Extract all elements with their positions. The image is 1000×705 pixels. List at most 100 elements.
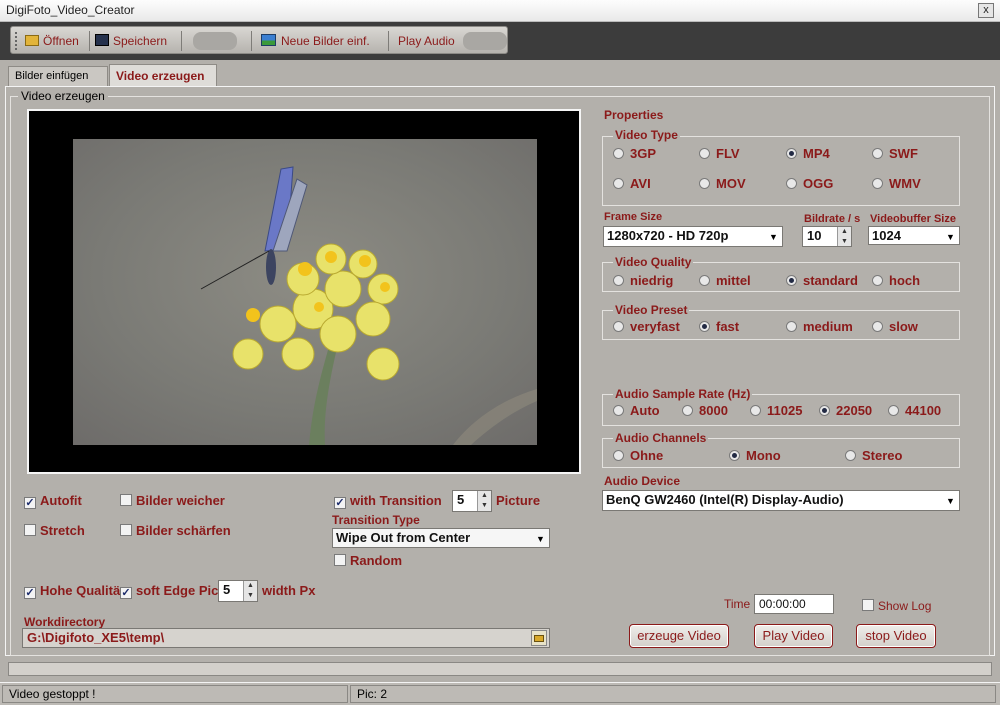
checkbox-icon [334, 554, 346, 566]
checkbox-icon [120, 494, 132, 506]
with-transition-checkbox[interactable]: ✓ with Transition [334, 493, 442, 509]
video-type-title: Video Type [613, 128, 680, 142]
toolbar-separator [181, 31, 182, 51]
radio-44100[interactable]: 44100 [888, 403, 941, 418]
autofit-checkbox[interactable]: ✓ Autofit [24, 493, 82, 509]
radio-hoch[interactable]: hoch [872, 273, 920, 288]
radio-wmv[interactable]: WMV [872, 176, 921, 191]
transition-value: 5 [457, 492, 465, 507]
soften-checkbox[interactable]: Bilder weicher [120, 493, 225, 508]
frame-size-value: 1280x720 - HD 720p [607, 228, 729, 243]
audio-device-select[interactable]: BenQ GW2460 (Intel(R) Display-Audio) ▼ [602, 490, 960, 511]
stop-video-button[interactable]: stop Video [856, 624, 936, 648]
radio-mono[interactable]: Mono [729, 448, 781, 463]
radio-wmv-label: WMV [889, 176, 921, 191]
radio-11025[interactable]: 11025 [750, 403, 802, 418]
radio-icon [682, 405, 693, 416]
high-quality-checkbox[interactable]: ✓ Hohe Qualität [24, 583, 120, 599]
tab-bilder-einfuegen[interactable]: Bilder einfügen [8, 66, 108, 86]
transition-type-select[interactable]: Wipe Out from Center ▼ [332, 528, 550, 548]
soft-edge-checkbox[interactable]: ✓ soft Edge Pic [120, 583, 218, 599]
save-button[interactable]: Speichern [95, 31, 167, 51]
radio-veryfast-label: veryfast [630, 319, 680, 334]
create-video-button[interactable]: erzeuge Video [629, 624, 729, 648]
sharpen-checkbox[interactable]: Bilder schärfen [120, 523, 231, 538]
soft-edge-width-stepper[interactable]: 5 ▲ ▼ [218, 580, 258, 602]
radio-stereo[interactable]: Stereo [845, 448, 902, 463]
add-images-button[interactable]: Neue Bilder einf. [261, 31, 370, 51]
status-bar: Video gestoppt ! Pic: 2 [0, 682, 1000, 705]
radio-ogg[interactable]: OGG [786, 176, 833, 191]
tab-video-erzeugen[interactable]: Video erzeugen [109, 64, 217, 87]
radio-fast[interactable]: fast [699, 319, 739, 334]
toolbar-separator [251, 31, 252, 51]
radio-medium-label: medium [803, 319, 853, 334]
progress-bar [8, 662, 992, 676]
radio-selected-icon [819, 405, 830, 416]
chevron-down-icon[interactable]: ▼ [533, 530, 548, 546]
radio-8000-label: 8000 [699, 403, 728, 418]
video-group-label: Video erzeugen [18, 89, 108, 103]
close-button[interactable]: x [978, 3, 994, 18]
spin-buttons[interactable]: ▲ ▼ [837, 227, 851, 246]
frame-size-select[interactable]: 1280x720 - HD 720p ▼ [603, 226, 783, 247]
random-checkbox[interactable]: Random [334, 553, 402, 568]
stretch-label: Stretch [40, 523, 85, 538]
status-message: Video gestoppt ! [2, 685, 348, 703]
radio-auto-label: Auto [630, 403, 660, 418]
autofit-label: Autofit [40, 493, 82, 508]
radio-swf[interactable]: SWF [872, 146, 918, 161]
stretch-checkbox[interactable]: Stretch [24, 523, 85, 538]
radio-11025-label: 11025 [767, 403, 803, 418]
time-field[interactable]: 00:00:00 [754, 594, 834, 614]
radio-auto[interactable]: Auto [613, 403, 660, 418]
radio-medium[interactable]: medium [786, 319, 853, 334]
radio-icon [786, 321, 797, 332]
chevron-down-icon[interactable]: ▼ [943, 228, 958, 243]
radio-mp4[interactable]: MP4 [786, 146, 830, 161]
radio-icon [699, 148, 710, 159]
radio-niedrig-label: niedrig [630, 273, 674, 288]
radio-ohne[interactable]: Ohne [613, 448, 663, 463]
toolbar-strip: Öffnen Speichern Neue Bilder einf. Play … [0, 22, 1000, 60]
toolbar-separator [89, 31, 90, 51]
spin-buttons[interactable]: ▲ ▼ [477, 491, 491, 511]
radio-mov[interactable]: MOV [699, 176, 746, 191]
radio-niedrig[interactable]: niedrig [613, 273, 673, 288]
film-icon [95, 34, 109, 46]
radio-veryfast[interactable]: veryfast [613, 319, 680, 334]
radio-avi-label: AVI [630, 176, 651, 191]
radio-icon [750, 405, 761, 416]
radio-flv[interactable]: FLV [699, 146, 740, 161]
radio-8000[interactable]: 8000 [682, 403, 728, 418]
radio-ohne-label: Ohne [630, 448, 664, 463]
radio-avi[interactable]: AVI [613, 176, 651, 191]
open-button[interactable]: Öffnen [25, 31, 79, 51]
radio-slow[interactable]: slow [872, 319, 918, 334]
transition-picture-stepper[interactable]: 5 ▲ ▼ [452, 490, 492, 512]
toolbar-separator [388, 31, 389, 51]
radio-3gp[interactable]: 3GP [613, 146, 656, 161]
radio-mittel[interactable]: mittel [699, 273, 751, 288]
browse-folder-icon[interactable] [531, 630, 547, 646]
disabled-toolbar-button [463, 32, 507, 50]
radio-3gp-label: 3GP [630, 146, 657, 161]
transition-type-value: Wipe Out from Center [336, 530, 471, 545]
workdir-field[interactable]: G:\Digifoto_XE5\temp\ [22, 628, 550, 648]
bitrate-stepper[interactable]: 10 ▲ ▼ [802, 226, 852, 247]
show-log-checkbox[interactable]: Show Log [862, 599, 931, 613]
radio-flv-label: FLV [716, 146, 740, 161]
radio-icon [613, 275, 624, 286]
videobuffer-select[interactable]: 1024 ▼ [868, 226, 960, 245]
workdir-value: G:\Digifoto_XE5\temp\ [27, 630, 165, 645]
toolbar-grip[interactable] [15, 32, 18, 50]
with-transition-label: with Transition [350, 493, 442, 508]
radio-standard[interactable]: standard [786, 273, 858, 288]
radio-22050[interactable]: 22050 [819, 403, 872, 418]
chevron-down-icon[interactable]: ▼ [766, 228, 781, 245]
play-video-button[interactable]: Play Video [754, 624, 833, 648]
play-audio-button[interactable]: Play Audio [398, 31, 455, 51]
spin-buttons[interactable]: ▲ ▼ [243, 581, 257, 601]
radio-icon [613, 148, 624, 159]
chevron-down-icon[interactable]: ▼ [943, 492, 958, 509]
